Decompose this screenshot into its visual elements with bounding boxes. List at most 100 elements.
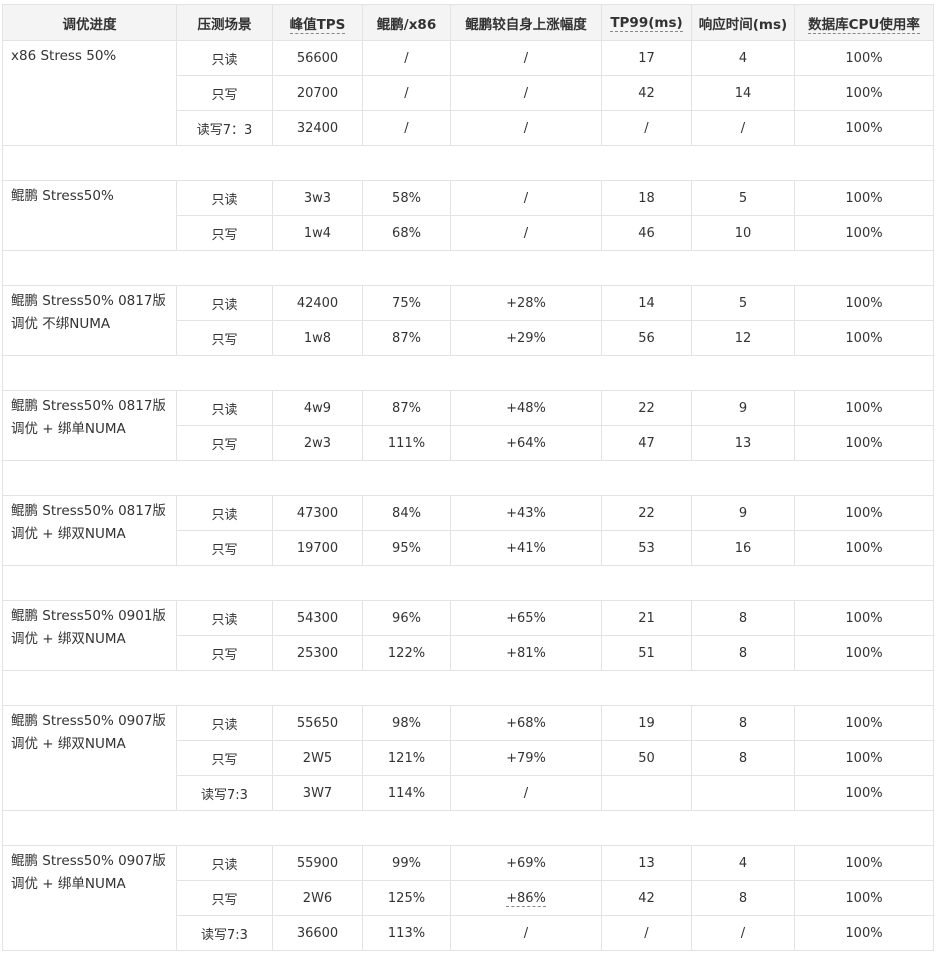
scenario-cell: 只写: [176, 740, 273, 776]
scenario-cell: 只读: [176, 600, 273, 636]
header-stage[interactable]: 调优进度: [2, 4, 177, 41]
stage-cell: 鲲鹏 Stress50% 0901版调优 + 绑双NUMA: [2, 600, 177, 671]
header-tps[interactable]: 峰值TPS: [272, 4, 363, 41]
response-time-cell: /: [691, 110, 795, 146]
table-row: 鲲鹏 Stress50% 0817版调优 + 绑单NUMA 只读 4w9 87% +48…: [2, 390, 934, 461]
cpu-cell: 100%: [794, 845, 934, 881]
header-tp99-label: TP99(ms): [610, 14, 683, 32]
ratio-cell: 122%: [362, 635, 451, 671]
group-spacer-cell: [2, 355, 934, 391]
table-row: 鲲鹏 Stress50% 0817版调优 + 绑双NUMA 只读 47300 84% +…: [2, 495, 934, 566]
increase-cell: +65%: [450, 600, 602, 636]
header-response-time[interactable]: 响应时间(ms): [691, 4, 795, 41]
scenario-cell[interactable]: 只写: [176, 880, 273, 916]
response-time-cell: 8: [691, 740, 795, 776]
cpu-cell: 100%: [794, 390, 934, 426]
cpu-cell: 100%: [794, 215, 934, 251]
group-spacer-row: [2, 250, 934, 286]
tp99-cell: 47: [601, 425, 692, 461]
increase-cell: +29%: [450, 320, 602, 356]
group-spacer-row: [2, 355, 934, 391]
response-time-cell: 8: [691, 880, 795, 916]
tps-cell: 4w9: [272, 390, 363, 426]
increase-value: +86%: [506, 890, 546, 907]
tp99-cell: 21: [601, 600, 692, 636]
header-increase[interactable]: 鲲鹏较自身上涨幅度: [450, 4, 602, 41]
tps-cell: 1w4: [272, 215, 363, 251]
increase-cell: +68%: [450, 705, 602, 741]
response-time-cell: 4: [691, 845, 795, 881]
stage-cell: 鲲鹏 Stress50% 0817版调优 + 绑双NUMA: [2, 495, 177, 566]
ratio-cell: 99%: [362, 845, 451, 881]
tp99-cell: 17: [601, 40, 692, 76]
header-cpu[interactable]: 数据库CPU使用率: [794, 4, 934, 41]
cpu-cell: 100%: [794, 635, 934, 671]
cpu-cell: 100%: [794, 775, 934, 811]
tps-cell: 32400: [272, 110, 363, 146]
header-scenario[interactable]: 压测场景: [176, 4, 273, 41]
ratio-cell: 87%: [362, 320, 451, 356]
table-row: 鲲鹏 Stress50% 0907版调优 + 绑双NUMA 只读 55650 98% +…: [2, 705, 934, 811]
group-spacer-row: [2, 565, 934, 601]
stage-cell: 鲲鹏 Stress50% 0907版调优 + 绑单NUMA: [2, 845, 177, 951]
increase-cell: /: [450, 40, 602, 76]
response-time-cell: 8: [691, 635, 795, 671]
ratio-cell: 113%: [362, 915, 451, 951]
scenario-cell[interactable]: 读写7:3: [176, 915, 273, 951]
table-row: 鲲鹏 Stress50% 0817版调优 不绑NUMA 只读 42400 75% +28…: [2, 285, 934, 356]
table-body: x86 Stress 50% 只读 56600//17 4 100% 只写 20700//4…: [2, 40, 934, 951]
table-row: 鲲鹏 Stress50% 0901版调优 + 绑双NUMA 只读 54300 96% +…: [2, 600, 934, 671]
performance-table: 调优进度 压测场景 峰值TPS 鲲鹏/x86 鲲鹏较自身上涨幅度 TP99(ms…: [2, 4, 934, 951]
ratio-cell: /: [362, 40, 451, 76]
cpu-cell: 100%: [794, 495, 934, 531]
group-spacer-cell: [2, 460, 934, 496]
ratio-cell: 84%: [362, 495, 451, 531]
increase-cell: +41%: [450, 530, 602, 566]
response-time-cell: 10: [691, 215, 795, 251]
stage-cell: x86 Stress 50%: [2, 40, 177, 146]
tp99-cell: /: [601, 110, 692, 146]
tps-cell: 19700: [272, 530, 363, 566]
scenario-cell: 只读: [176, 180, 273, 216]
tp99-cell: 56: [601, 320, 692, 356]
ratio-cell: 121%: [362, 740, 451, 776]
increase-cell: /: [450, 215, 602, 251]
increase-cell: +43%: [450, 495, 602, 531]
group-spacer-cell: [2, 250, 934, 286]
increase-cell: /: [450, 180, 602, 216]
group-spacer-cell: [2, 565, 934, 601]
cpu-cell: 100%: [794, 530, 934, 566]
tp99-cell: 53: [601, 530, 692, 566]
header-ratio[interactable]: 鲲鹏/x86: [362, 4, 451, 41]
table-row: x86 Stress 50% 只读 56600//17 4 100%: [2, 40, 934, 146]
tps-cell: 56600: [272, 40, 363, 76]
increase-cell: +69%: [450, 845, 602, 881]
tps-cell: 1w8: [272, 320, 363, 356]
tp99-cell: 19: [601, 705, 692, 741]
cpu-cell: 100%: [794, 285, 934, 321]
scenario-cell: 只写: [176, 320, 273, 356]
response-time-cell: 13: [691, 425, 795, 461]
tps-cell: 2w3: [272, 425, 363, 461]
increase-cell: +81%: [450, 635, 602, 671]
ratio-cell: 58%: [362, 180, 451, 216]
response-time-cell: 5: [691, 285, 795, 321]
ratio-cell: /: [362, 75, 451, 111]
response-time-cell: /: [691, 915, 795, 951]
cpu-cell: 100%: [794, 740, 934, 776]
scenario-cell: 只写: [176, 75, 273, 111]
cpu-cell: 100%: [794, 600, 934, 636]
scenario-cell: 只读: [176, 705, 273, 741]
scenario-cell[interactable]: 只读: [176, 845, 273, 881]
tps-cell: 42400: [272, 285, 363, 321]
stage-cell: 鲲鹏 Stress50% 0817版调优 + 绑单NUMA: [2, 390, 177, 461]
stage-cell: 鲲鹏 Stress50% 0817版调优 不绑NUMA: [2, 285, 177, 356]
header-tp99[interactable]: TP99(ms): [601, 4, 692, 41]
tp99-cell: 18: [601, 180, 692, 216]
scenario-cell: 只读: [176, 495, 273, 531]
cpu-cell: 100%: [794, 915, 934, 951]
group-spacer-row: [2, 670, 934, 706]
tp99-cell: 46: [601, 215, 692, 251]
increase-cell: /: [450, 775, 602, 811]
tp99-cell: [601, 775, 692, 811]
